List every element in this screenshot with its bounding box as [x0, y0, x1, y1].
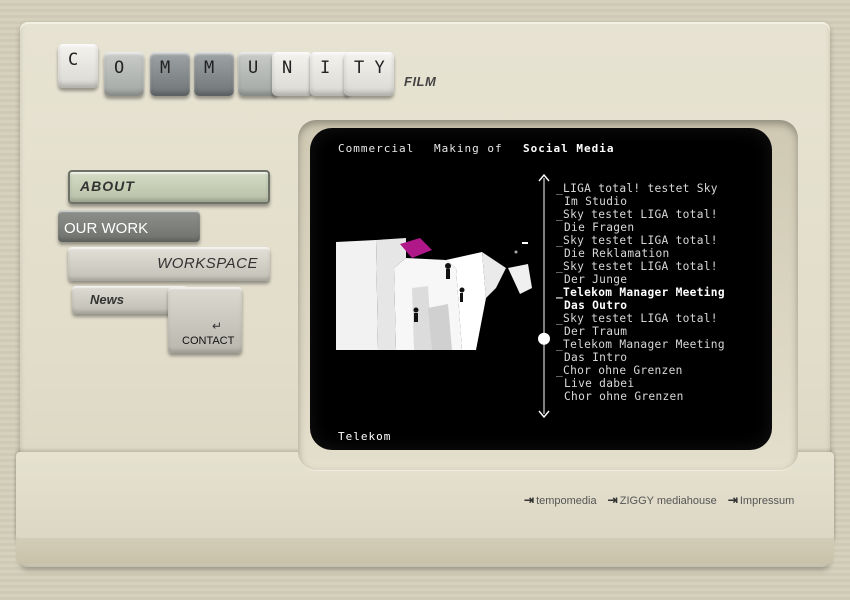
logo-letter: M: [204, 58, 215, 78]
playlist-item-subtitle: Der Traum: [564, 325, 628, 338]
playlist-item-title: _Telekom Manager Meeting: [556, 338, 725, 351]
playlist-item[interactable]: _Sky testet LIGA total! Die Fragen: [556, 208, 766, 234]
nav-workspace-button[interactable]: WORKSPACE: [68, 247, 270, 281]
logo-letter: C: [68, 50, 79, 70]
logo-key: N: [272, 52, 312, 96]
playlist-item-subtitle: Die Reklamation: [564, 247, 670, 260]
enter-icon: ↵: [212, 319, 223, 333]
casing-bottom-lip: [16, 538, 834, 564]
playlist-item[interactable]: Chor ohne Grenzen: [556, 390, 766, 401]
logo-key: O: [104, 52, 144, 96]
playlist-item-subtitle: Live dabei: [564, 377, 635, 390]
logo-key: T Y: [344, 52, 394, 96]
playlist-item[interactable]: _Telekom Manager Meeting Das Intro: [556, 338, 766, 364]
arrow-right-icon: ⇥: [524, 493, 535, 507]
playlist-item-title: _Sky testet LIGA total!: [556, 312, 718, 325]
arrow-right-icon: ⇥: [607, 493, 618, 507]
contact-label: CONTACT: [182, 335, 235, 347]
playlist-item[interactable]: _LIGA total! testet Sky Im Studio: [556, 182, 766, 208]
video-player[interactable]: [336, 238, 532, 350]
client-caption: Telekom: [338, 430, 392, 443]
arrow-right-icon: ⇥: [727, 493, 738, 507]
nav-our-work-button[interactable]: OUR WORK: [58, 210, 200, 242]
playlist-item-subtitle: Im Studio: [564, 195, 628, 208]
playlist-item-title: _Sky testet LIGA total!: [556, 234, 718, 247]
nav-about-button[interactable]: ABOUT: [68, 170, 270, 204]
playlist-item[interactable]: _Sky testet LIGA total! Der Junge: [556, 260, 766, 286]
playlist-scrollbar[interactable]: [536, 172, 552, 420]
community-logo[interactable]: C O M M U N I T Y: [58, 44, 398, 100]
logo-key: C: [58, 44, 98, 88]
playlist-item-title: _Sky testet LIGA total!: [556, 208, 718, 221]
footer-link-tempomedia[interactable]: ⇥ tempomedia: [524, 493, 597, 507]
logo-key: M: [150, 52, 190, 96]
playlist-item-title: _Telekom Manager Meeting: [556, 286, 725, 299]
scroll-thumb: [538, 332, 550, 345]
playlist-item-subtitle: Chor ohne Grenzen: [564, 390, 684, 401]
logo-letter: N: [282, 58, 293, 78]
playlist-item-subtitle: Das Outro: [564, 299, 628, 312]
tab-making-of[interactable]: Making of: [434, 142, 503, 155]
logo-letter: U: [248, 58, 259, 78]
playlist-item[interactable]: _Sky testet LIGA total! Die Reklamation: [556, 234, 766, 260]
playlist-item-title: _Sky testet LIGA total!: [556, 260, 718, 273]
playlist-item[interactable]: _Sky testet LIGA total! Der Traum: [556, 312, 766, 338]
playlist-item[interactable]: _Telekom Manager Meeting Das Outro: [556, 286, 766, 312]
logo-letter: T: [354, 58, 365, 78]
tab-commercial[interactable]: Commercial: [338, 142, 414, 155]
playlist-item-subtitle: Der Junge: [564, 273, 628, 286]
tab-social-media[interactable]: Social Media: [523, 142, 614, 155]
playlist-item[interactable]: _Chor ohne Grenzen Live dabei: [556, 364, 766, 390]
playlist-item-title: _LIGA total! testet Sky: [556, 182, 718, 195]
logo-film-label: FILM: [404, 74, 437, 89]
footer-link-impressum[interactable]: ⇥ Impressum: [727, 493, 794, 507]
playlist-item-title: _Chor ohne Grenzen: [556, 364, 683, 377]
logo-letter: O: [114, 58, 125, 78]
nav-contact-button[interactable]: ↵ CONTACT: [168, 287, 242, 353]
logo-letter: Y: [374, 58, 385, 78]
playlist-item-subtitle: Die Fragen: [564, 221, 635, 234]
logo-letter: I: [320, 58, 331, 78]
footer-links: ⇥ tempomedia ⇥ ZIGGY mediahouse ⇥ Impressum: [524, 493, 802, 507]
logo-letter: M: [160, 58, 171, 78]
logo-key: M: [194, 52, 234, 96]
playlist-item-subtitle: Das Intro: [564, 351, 628, 364]
footer-link-ziggy[interactable]: ⇥ ZIGGY mediahouse: [607, 493, 717, 507]
monitor-screen: Commercial Making of Social Media _LIGA …: [310, 128, 772, 450]
video-playlist: _LIGA total! testet Sky Im Studio _Sky tes…: [556, 182, 766, 401]
